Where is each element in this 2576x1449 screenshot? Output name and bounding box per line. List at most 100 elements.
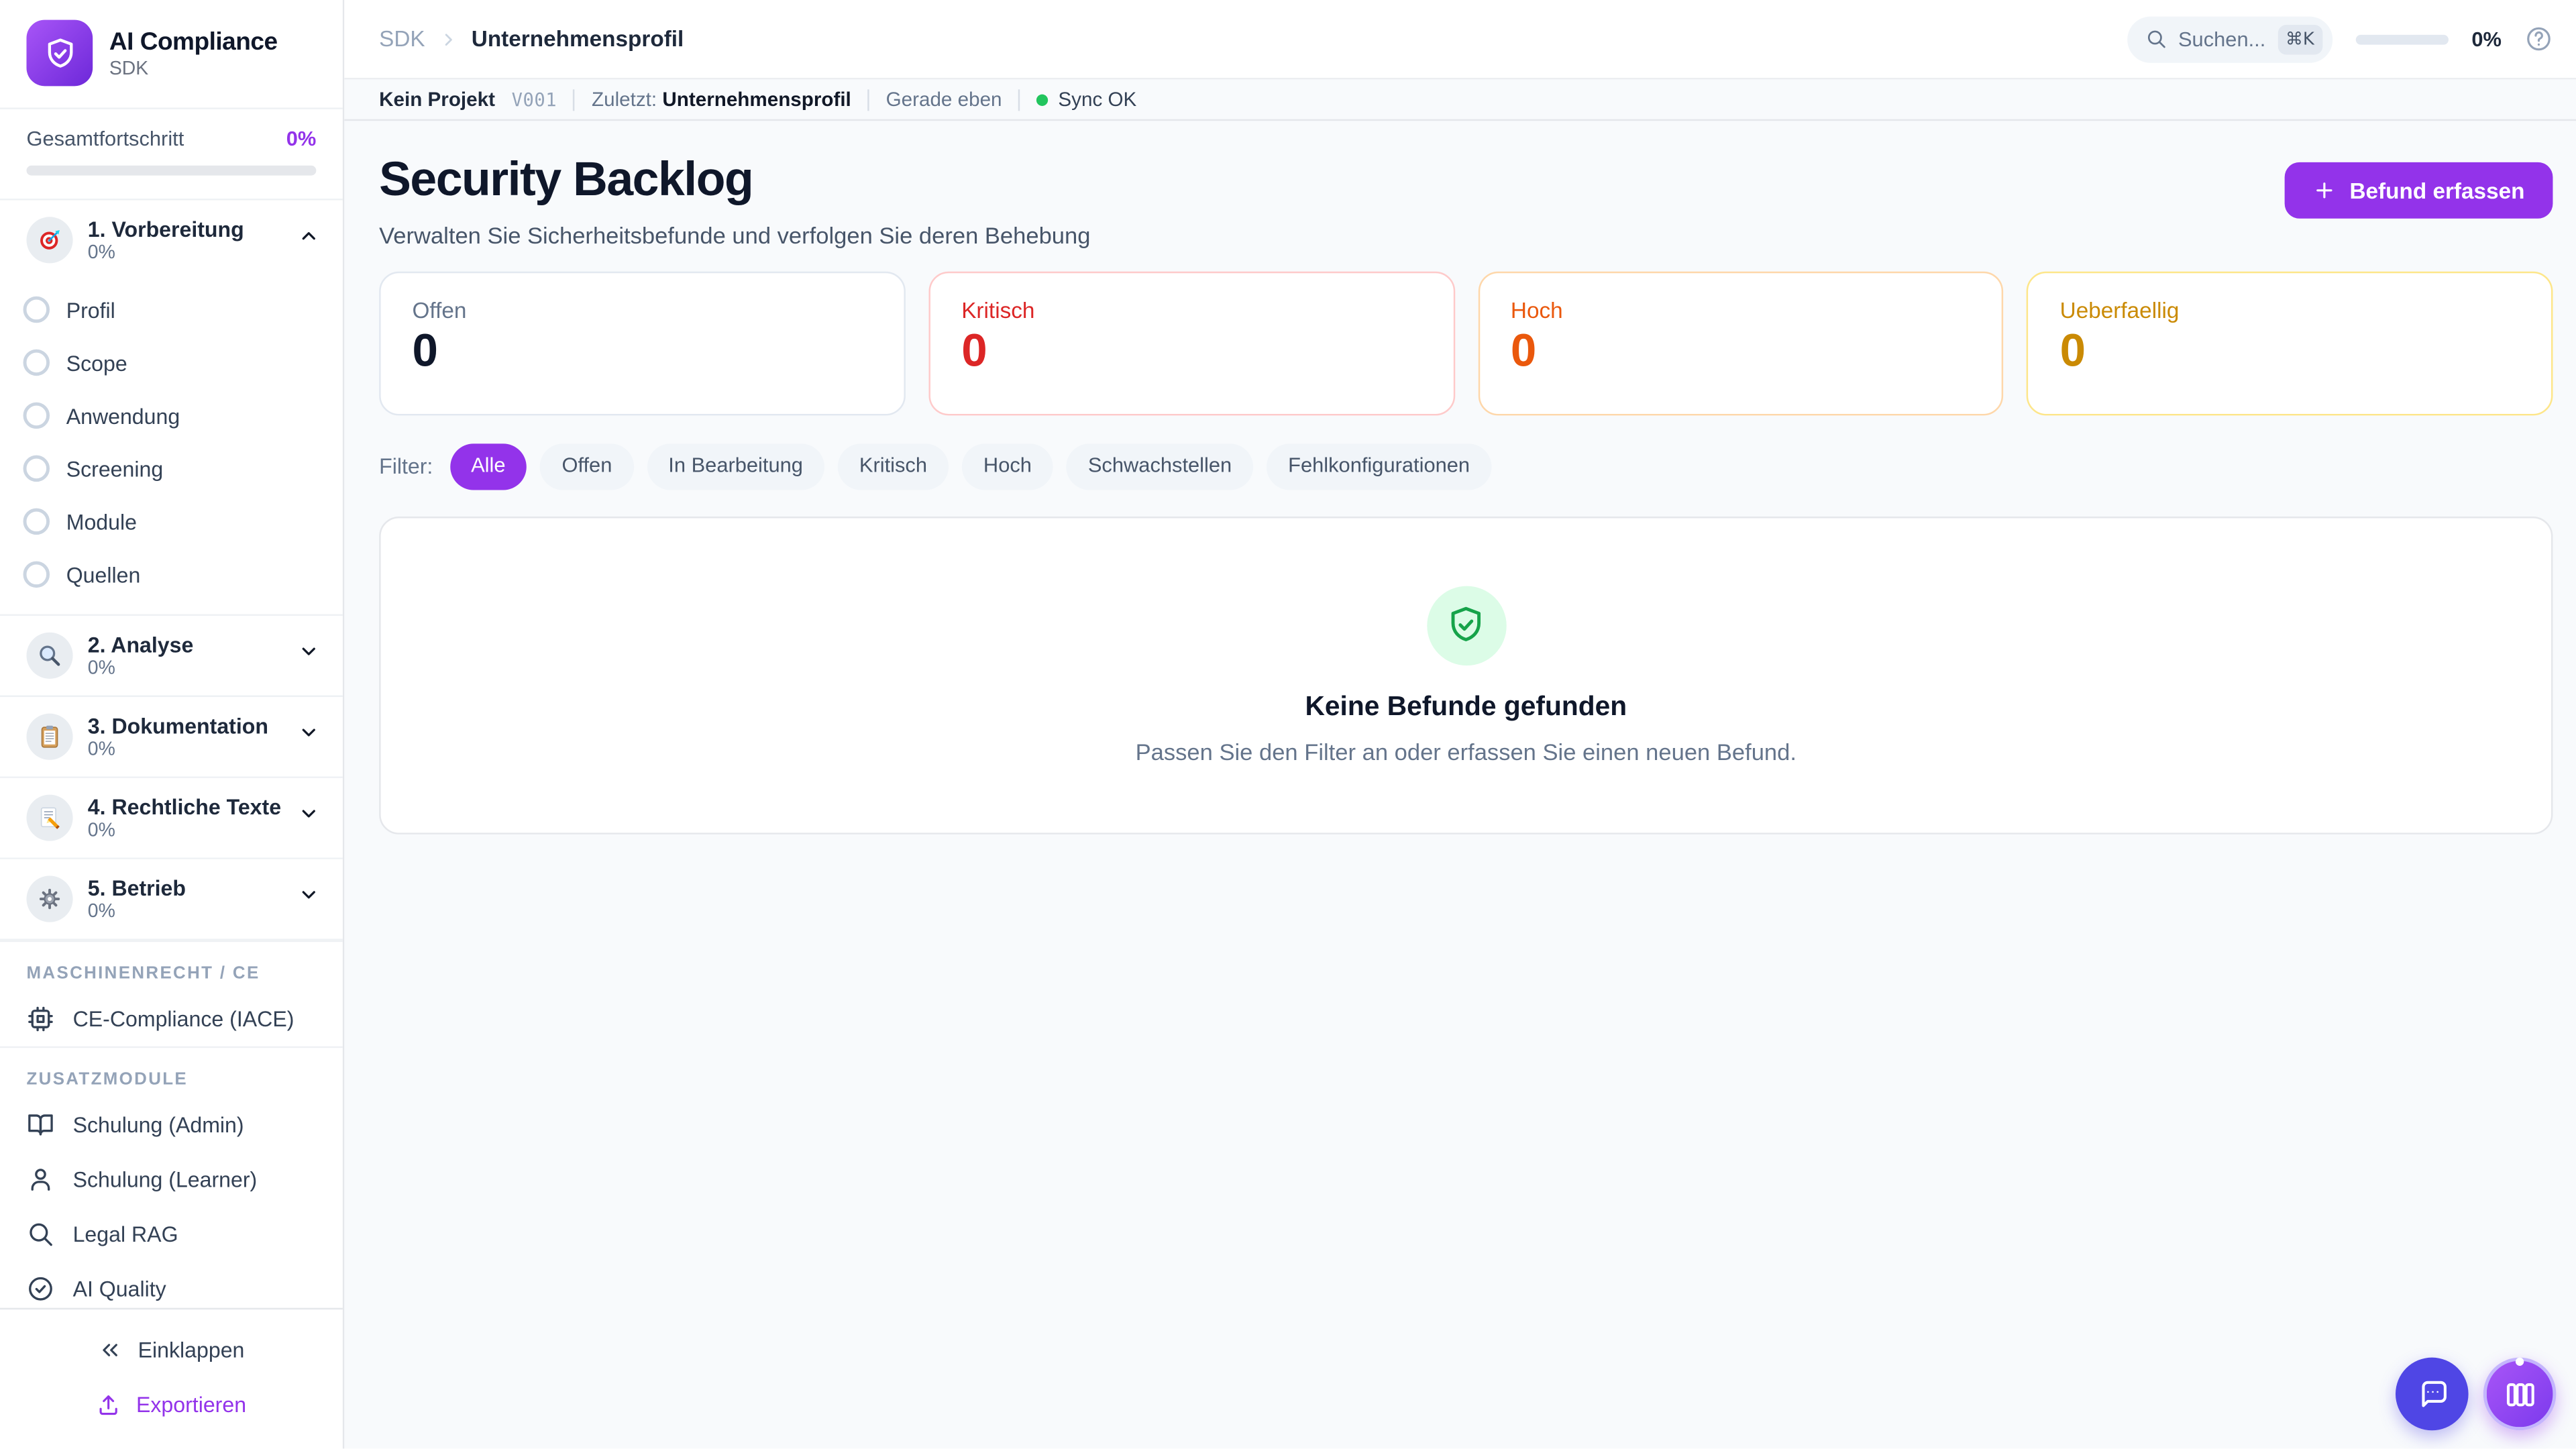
sidebar-item-ce-compliance[interactable]: CE-Compliance (IACE) <box>0 991 343 1046</box>
phase-row-betrieb[interactable]: 5. Betrieb 0% <box>0 859 343 938</box>
sync-status: Sync OK <box>1036 88 1136 111</box>
phase-pct: 0% <box>88 244 283 264</box>
phase-title: 1. Vorbereitung <box>88 217 283 241</box>
project-name: Kein Projekt <box>379 88 495 111</box>
sidebar-item-schulung-admin[interactable]: Schulung (Admin) <box>0 1097 343 1152</box>
filter-label: Filter: <box>379 454 433 479</box>
page-header: Security Backlog Verwalten Sie Sicherhei… <box>379 154 2553 249</box>
sidebar-item-scope[interactable]: Scope <box>0 336 343 389</box>
clipboard-icon <box>26 714 72 760</box>
stat-card-offen: Offen 0 <box>379 272 905 416</box>
sidebar-footer: Einklappen Exportieren <box>0 1309 343 1449</box>
overall-progress-value: 0% <box>286 127 317 151</box>
filter-chip-hoch[interactable]: Hoch <box>962 443 1053 489</box>
divider <box>574 89 575 110</box>
app-title: AI Compliance <box>109 28 278 56</box>
search-icon <box>2145 28 2167 50</box>
gear-icon <box>26 876 72 922</box>
chevron-right-icon <box>438 29 458 49</box>
phase-title: 3. Dokumentation <box>88 714 283 739</box>
page-subtitle: Verwalten Sie Sicherheitsbefunde und ver… <box>379 222 1090 248</box>
phase-pct: 0% <box>88 821 283 841</box>
memo-icon <box>26 795 72 841</box>
search-input[interactable]: Suchen... ⌘K <box>2127 15 2332 62</box>
search-placeholder: Suchen... <box>2178 28 2265 51</box>
filter-chip-fehlkonfigurationen[interactable]: Fehlkonfigurationen <box>1267 443 1491 489</box>
phase-pct: 0% <box>88 902 283 922</box>
filter-chip-kritisch[interactable]: Kritisch <box>838 443 949 489</box>
chevron-up-icon <box>298 225 319 255</box>
last-visited: Zuletzt: Unternehmensprofil <box>592 88 851 111</box>
phase-pct: 0% <box>88 659 283 679</box>
sidebar-item-screening[interactable]: Screening <box>0 442 343 495</box>
phase-row-rechtliche-texte[interactable]: 4. Rechtliche Texte 0% <box>0 778 343 857</box>
filter-chip-schwachstellen[interactable]: Schwachstellen <box>1067 443 1254 489</box>
breadcrumb-sdk[interactable]: SDK <box>379 26 425 51</box>
phase-dokumentation: 3. Dokumentation 0% <box>0 697 343 778</box>
shield-check-icon <box>42 36 77 70</box>
status-bar: Kein Projekt V001 Zuletzt: Unternehmensp… <box>344 79 2576 121</box>
kanban-board-fab-button[interactable] <box>2483 1358 2557 1432</box>
topbar-progress-value: 0% <box>2471 28 2502 51</box>
phase-analyse: 2. Analyse 0% <box>0 616 343 697</box>
sidebar-item-ai-quality[interactable]: AI Quality <box>0 1262 343 1309</box>
step-status-circle <box>23 350 50 376</box>
cpu-icon <box>26 1005 54 1033</box>
group-label-maschinenrecht: MASCHINENRECHT / CE <box>0 941 343 992</box>
group-label-zusatzmodule: ZUSATZMODULE <box>0 1046 343 1098</box>
version-badge: V001 <box>512 89 557 110</box>
app-subtitle: SDK <box>109 59 278 79</box>
plus-icon <box>2313 179 2337 203</box>
chevron-down-icon <box>298 884 319 914</box>
filter-chip-offen[interactable]: Offen <box>540 443 633 489</box>
help-icon[interactable] <box>2525 25 2553 53</box>
step-status-circle <box>23 561 50 588</box>
columns-icon <box>2502 1377 2537 1412</box>
target-icon <box>26 217 72 263</box>
stat-cards: Offen 0 Kritisch 0 Hoch 0 Ueberfaellig 0 <box>379 272 2553 416</box>
empty-state-panel: Keine Befunde gefunden Passen Sie den Fi… <box>379 516 2553 834</box>
overall-progress: Gesamtfortschritt 0% <box>0 109 343 201</box>
phase-row-analyse[interactable]: 2. Analyse 0% <box>0 616 343 695</box>
overall-progress-label: Gesamtfortschritt <box>26 127 184 151</box>
shield-check-icon <box>1426 586 1505 665</box>
sync-ok-dot <box>1036 93 1048 105</box>
upload-icon <box>97 1393 121 1417</box>
step-status-circle <box>23 297 50 323</box>
add-finding-button[interactable]: Befund erfassen <box>2285 162 2553 219</box>
sidebar-item-legal-rag[interactable]: Legal RAG <box>0 1207 343 1261</box>
phase-vorbereitung: 1. Vorbereitung 0% Profil Scope <box>0 201 343 616</box>
sidebar-nav: 1. Vorbereitung 0% Profil Scope <box>0 201 343 1309</box>
phase-title: 4. Rechtliche Texte <box>88 795 283 820</box>
app-identity: AI Compliance SDK <box>109 28 278 79</box>
filter-chip-in-bearbeitung[interactable]: In Bearbeitung <box>647 443 824 489</box>
export-button[interactable]: Exportieren <box>13 1381 329 1430</box>
sidebar-item-schulung-learner[interactable]: Schulung (Learner) <box>0 1152 343 1207</box>
stat-card-kritisch: Kritisch 0 <box>928 272 1454 416</box>
chat-fab-button[interactable] <box>2396 1358 2469 1432</box>
page-content: Security Backlog Verwalten Sie Sicherhei… <box>344 121 2576 1449</box>
filter-chip-alle[interactable]: Alle <box>449 443 527 489</box>
breadcrumb: SDK Unternehmensprofil <box>379 26 2104 51</box>
user-icon <box>26 1165 54 1193</box>
sidebar-item-anwendung[interactable]: Anwendung <box>0 389 343 442</box>
floating-buttons <box>2396 1358 2556 1432</box>
phase-row-dokumentation[interactable]: 3. Dokumentation 0% <box>0 697 343 776</box>
search-icon <box>26 1220 54 1248</box>
sidebar-item-quellen[interactable]: Quellen <box>0 548 343 601</box>
last-saved-time: Gerade eben <box>886 88 1002 111</box>
phase-rechtliche-texte: 4. Rechtliche Texte 0% <box>0 778 343 859</box>
app-logo <box>26 20 93 87</box>
phase-row-vorbereitung[interactable]: 1. Vorbereitung 0% <box>0 201 343 280</box>
chevron-down-icon <box>298 641 319 670</box>
phase-betrieb: 5. Betrieb 0% <box>0 859 343 941</box>
stat-card-hoch: Hoch 0 <box>1478 272 2004 416</box>
topbar-progress-bar <box>2356 34 2449 44</box>
empty-state-message: Passen Sie den Filter an oder erfassen S… <box>1136 738 1796 764</box>
sidebar-item-profil[interactable]: Profil <box>0 283 343 336</box>
sidebar-item-module[interactable]: Module <box>0 495 343 548</box>
phase-pct: 0% <box>88 740 283 760</box>
collapse-sidebar-button[interactable]: Einklappen <box>13 1327 329 1375</box>
circle-check-icon <box>26 1275 54 1303</box>
divider <box>867 89 869 110</box>
